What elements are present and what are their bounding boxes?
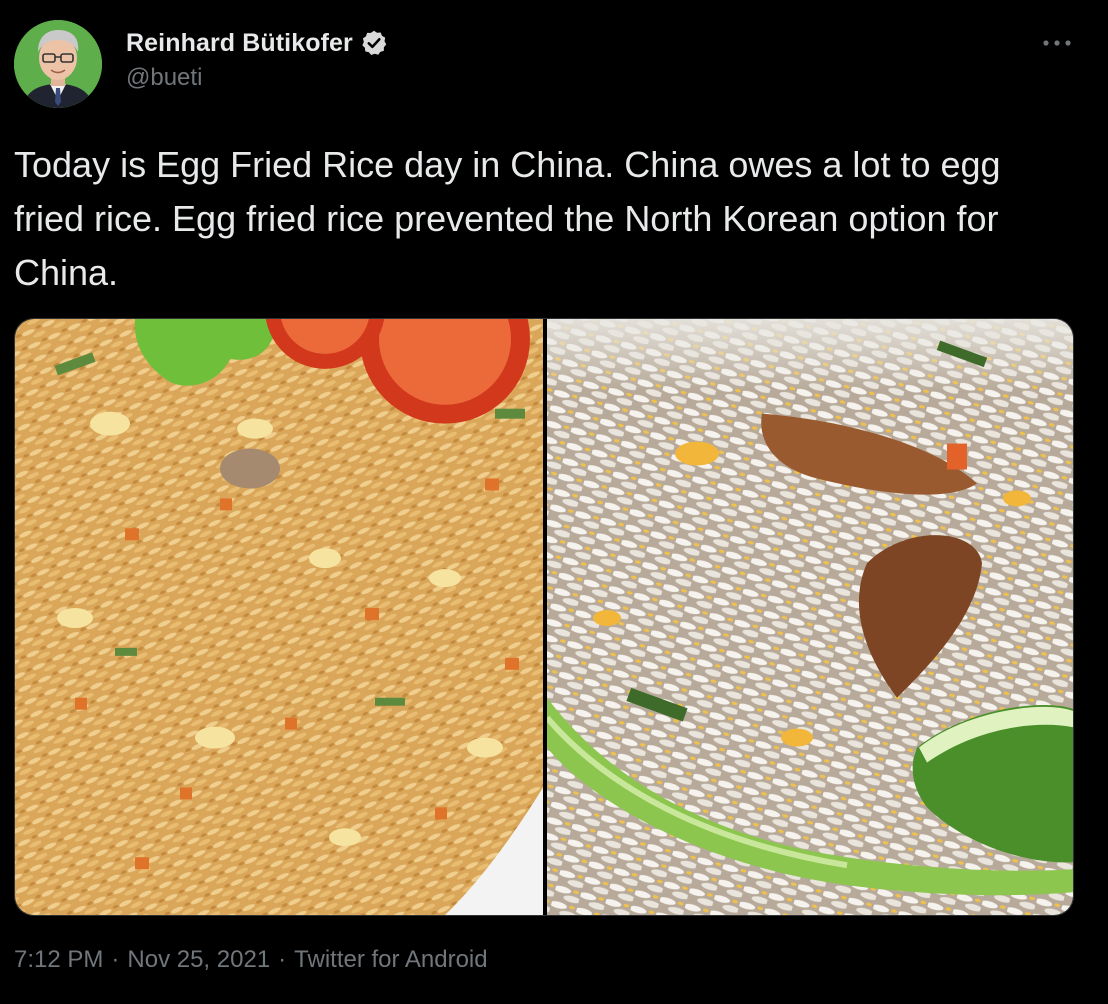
meta-separator: · <box>278 946 287 973</box>
author-info: Reinhard Bütikofer @bueti <box>126 26 388 92</box>
avatar[interactable] <box>14 20 102 108</box>
tweet-text: Today is Egg Fried Rice day in China. Ch… <box>14 144 1001 293</box>
media-image-right[interactable] <box>547 319 1073 915</box>
tweet-media[interactable] <box>14 318 1074 916</box>
tweet-time[interactable]: 7:12 PM <box>14 946 103 974</box>
author-name-row: Reinhard Bütikofer <box>126 26 388 60</box>
more-options-button[interactable] <box>1040 26 1074 60</box>
fried-rice-photo-left <box>15 319 543 915</box>
author-handle[interactable]: @bueti <box>126 64 388 92</box>
more-options-icon <box>1043 40 1071 46</box>
author-name[interactable]: Reinhard Bütikofer <box>126 29 353 58</box>
verified-badge-icon <box>362 30 387 56</box>
avatar-photo <box>14 20 102 108</box>
meta-separator: · <box>111 946 120 973</box>
tweet-meta: 7:12 PM · Nov 25, 2021 · Twitter for And… <box>14 946 488 974</box>
tweet-source[interactable]: Twitter for Android <box>294 946 487 974</box>
media-image-left[interactable] <box>15 319 543 915</box>
fried-rice-photo-right <box>547 319 1073 915</box>
tweet-date[interactable]: Nov 25, 2021 <box>127 946 270 974</box>
